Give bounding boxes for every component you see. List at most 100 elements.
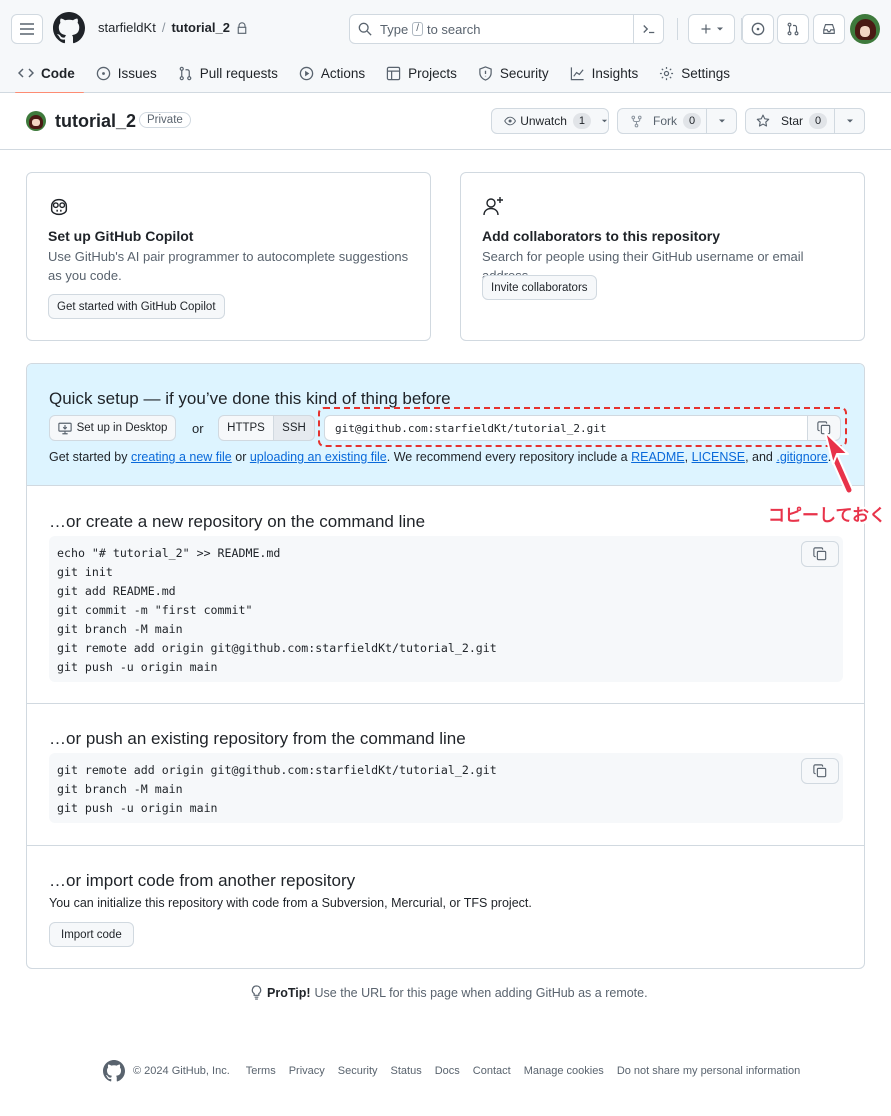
header-divider	[677, 18, 678, 40]
tab-actions[interactable]: Actions	[299, 58, 376, 88]
tab-code[interactable]: Code	[15, 58, 86, 94]
fork-label: Fork	[653, 114, 677, 128]
tab-issues-label: Issues	[117, 65, 157, 81]
create-new-repo-code-block: echo "# tutorial_2" >> README.md git ini…	[49, 536, 843, 682]
breadcrumb-separator: /	[161, 20, 166, 35]
tab-actions-label: Actions	[320, 65, 366, 81]
setup-in-desktop-button[interactable]: Set up in Desktop	[49, 415, 176, 441]
tab-security-label: Security	[499, 65, 549, 81]
push-existing-repo-code-block: git remote add origin git@github.com:sta…	[49, 753, 843, 823]
menu-button[interactable]	[11, 14, 43, 44]
import-code-description: You can initialize this repository with …	[49, 896, 532, 910]
visibility-badge: Private	[139, 112, 191, 128]
global-header: starfieldKt / tutorial_2 Type / to searc…	[0, 0, 891, 94]
quick-setup-box: Quick setup — if you’ve done this kind o…	[26, 363, 865, 969]
push-existing-repo-title: …or push an existing repository from the…	[49, 729, 466, 748]
tab-projects-label: Projects	[408, 65, 457, 81]
chevron-down-icon	[846, 119, 853, 123]
tab-projects[interactable]: Projects	[386, 58, 468, 88]
hint-text-3: . We recommend every repository include …	[386, 450, 628, 464]
watch-count: 1	[572, 113, 592, 129]
get-started-copilot-button[interactable]: Get started with GitHub Copilot	[48, 294, 225, 319]
tab-insights[interactable]: Insights	[570, 58, 650, 88]
license-link[interactable]: LICENSE	[692, 450, 746, 464]
import-code-section: …or import code from another repository …	[27, 845, 864, 968]
import-code-button[interactable]: Import code	[49, 922, 134, 947]
quick-setup-hint: Get started by creating a new file or up…	[49, 450, 831, 464]
tab-issues[interactable]: Issues	[96, 58, 168, 88]
star-icon	[756, 114, 770, 127]
footer-link-privacy[interactable]: Privacy	[289, 1065, 325, 1077]
quick-setup-header: Quick setup — if you’ve done this kind o…	[27, 364, 864, 486]
owner-avatar	[26, 111, 46, 131]
chevron-down-icon	[716, 27, 723, 31]
copy-icon	[813, 547, 827, 561]
git-pull-request-icon	[179, 66, 192, 80]
tab-security[interactable]: Security	[478, 58, 560, 88]
tab-pull-requests[interactable]: Pull requests	[178, 58, 289, 88]
tab-code-label: Code	[41, 65, 75, 81]
collaborators-title: Add collaborators to this repository	[482, 228, 721, 244]
upload-existing-file-link[interactable]: uploading an existing file	[250, 450, 387, 464]
footer-link-docs[interactable]: Docs	[435, 1065, 460, 1077]
terminal-icon	[642, 25, 654, 34]
search-prefix: Type	[380, 21, 409, 37]
footer-link-do-not-share[interactable]: Do not share my personal information	[617, 1065, 800, 1077]
create-new-repo-code: echo "# tutorial_2" >> README.md git ini…	[57, 546, 497, 674]
footer-link-contact[interactable]: Contact	[473, 1065, 511, 1077]
hint-text-5: , and	[745, 450, 773, 464]
arrow-annotation-icon	[824, 431, 854, 494]
user-avatar[interactable]	[850, 14, 880, 44]
footer-link-status[interactable]: Status	[391, 1065, 422, 1077]
breadcrumb-repo[interactable]: tutorial_2	[171, 20, 230, 35]
create-new-repo-section: …or create a new repository on the comma…	[27, 486, 864, 703]
fork-button[interactable]: Fork 0	[617, 108, 707, 134]
repo-name[interactable]: tutorial_2	[55, 111, 136, 132]
star-button[interactable]: Star 0	[745, 108, 835, 134]
command-palette-button[interactable]	[633, 14, 663, 44]
github-logo-icon[interactable]	[53, 12, 85, 47]
breadcrumb-owner[interactable]: starfieldKt	[98, 20, 156, 35]
github-mark-icon[interactable]	[103, 1060, 125, 1082]
hint-text-4: ,	[684, 450, 689, 464]
desktop-download-icon	[57, 422, 72, 434]
create-new-file-link[interactable]: creating a new file	[131, 450, 232, 464]
graph-icon	[570, 66, 584, 80]
fork-dropdown-button[interactable]	[706, 108, 737, 134]
ssh-toggle[interactable]: SSH	[273, 415, 315, 441]
footer-link-terms[interactable]: Terms	[246, 1065, 276, 1077]
search-icon	[358, 22, 372, 36]
footer-link-security[interactable]: Security	[338, 1065, 378, 1077]
pull-requests-button[interactable]	[777, 14, 809, 44]
copy-create-commands-button[interactable]	[801, 541, 839, 567]
copy-push-commands-button[interactable]	[801, 758, 839, 784]
person-add-icon	[483, 197, 503, 216]
unwatch-button[interactable]: Unwatch 1	[491, 108, 609, 134]
import-code-title: …or import code from another repository	[49, 871, 356, 890]
invite-collaborators-button[interactable]: Invite collaborators	[482, 275, 597, 300]
issue-opened-icon	[96, 66, 110, 80]
tab-insights-label: Insights	[591, 65, 639, 81]
footer-link-manage-cookies[interactable]: Manage cookies	[524, 1065, 604, 1077]
star-dropdown-button[interactable]	[834, 108, 865, 134]
https-toggle[interactable]: HTTPS	[218, 415, 274, 441]
create-new-button[interactable]	[688, 14, 735, 44]
star-label: Star	[781, 114, 804, 128]
collaborators-card: Add collaborators to this repository Sea…	[460, 172, 865, 341]
tab-settings[interactable]: Settings	[659, 58, 741, 88]
repo-tabs: Code Issues Pull requests Actions Projec…	[15, 58, 751, 94]
copilot-icon	[50, 198, 68, 216]
or-label: or	[192, 421, 204, 436]
create-new-repo-title: …or create a new repository on the comma…	[49, 512, 426, 531]
inbox-button[interactable]	[813, 14, 845, 44]
readme-link[interactable]: README	[631, 450, 684, 464]
url-highlight-annotation	[318, 407, 847, 447]
gear-icon	[660, 66, 674, 80]
light-bulb-icon	[251, 985, 262, 1000]
search-input[interactable]: Type / to search	[349, 14, 664, 44]
issues-button[interactable]	[742, 14, 774, 44]
lock-icon	[237, 21, 247, 34]
git-pull-request-icon	[787, 22, 799, 36]
repo-header: tutorial_2 Private Unwatch 1 Fork 0 Star…	[0, 93, 891, 150]
search-placeholder: Type / to search	[380, 22, 480, 37]
